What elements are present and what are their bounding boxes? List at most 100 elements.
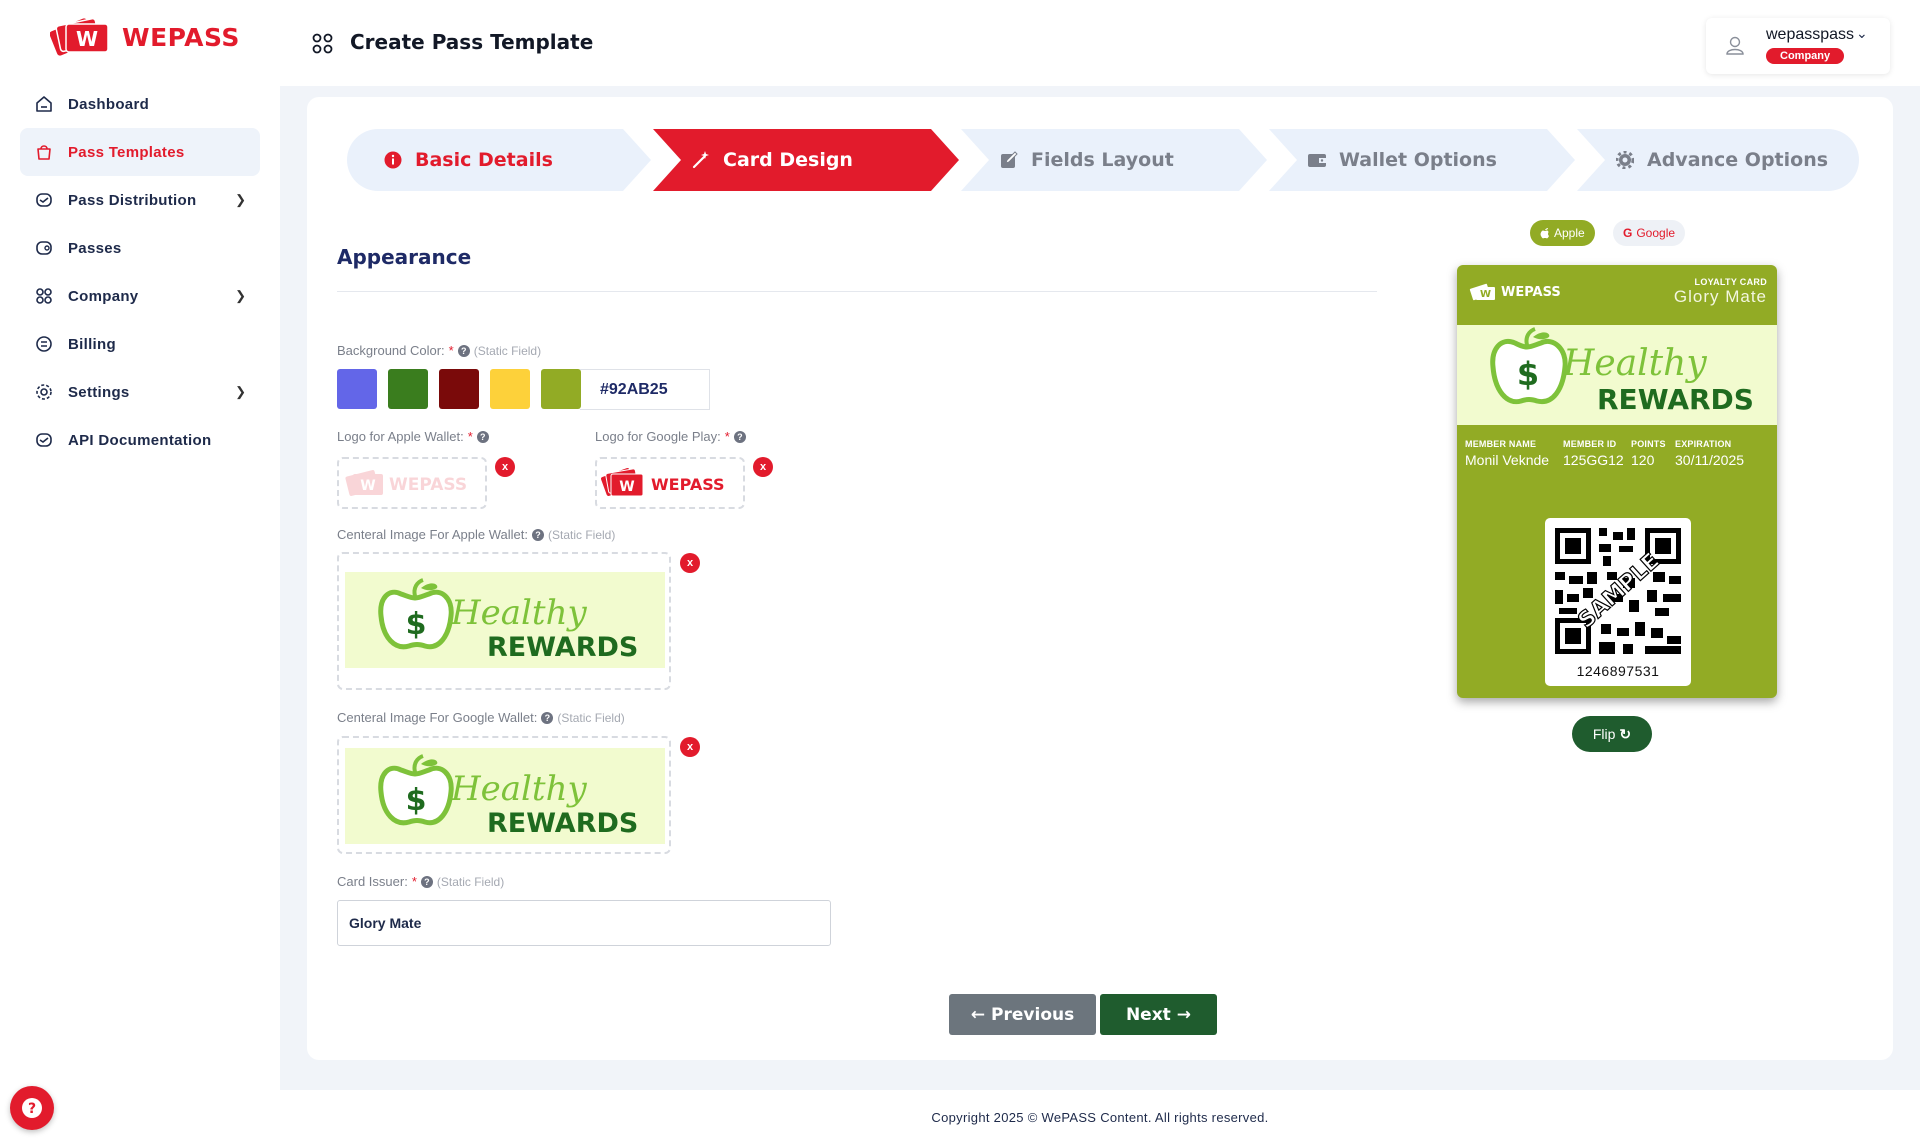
step-fields-layout[interactable]: Fields Layout [961,129,1267,191]
gear-icon [34,382,54,402]
next-button[interactable]: Next → [1100,994,1217,1035]
svg-text:$: $ [1517,355,1539,393]
chevron-right-icon: ❯ [235,192,246,207]
svg-text:?: ? [28,1101,36,1117]
pass-type: LOYALTY CARD [1694,277,1767,287]
brand-logo[interactable]: W WEPASS [50,16,240,58]
info-icon [383,150,403,170]
google-logo-preview: W WEPASS [601,468,725,497]
wallet-icon [1307,150,1327,170]
sidebar-item-api-documentation[interactable]: API Documentation [20,416,260,464]
remove-apple-logo-button[interactable]: x [495,457,515,477]
step-basic-details[interactable]: Basic Details [347,129,651,191]
sidebar-item-label: Pass Distribution [68,191,197,209]
chevron-down-icon: ⌄ [1856,25,1868,41]
step-label: Basic Details [415,149,553,171]
user-menu[interactable]: wepasspass ⌄ Company [1706,18,1890,74]
step-advance-options[interactable]: Advance Options [1577,129,1859,191]
remove-google-logo-button[interactable]: x [753,457,773,477]
pass-field-member-id: MEMBER ID 125GG12 [1563,439,1624,468]
billing-icon [34,334,54,354]
google-logo-upload[interactable]: W WEPASS [595,457,745,509]
help-button[interactable]: ? [10,1086,54,1130]
pass-field-points: POINTS 120 [1631,439,1666,468]
edit-icon [999,150,1019,170]
arrow-right-icon: → [1176,1004,1192,1025]
pass-issuer: Glory Mate [1673,287,1767,306]
sidebar-item-settings[interactable]: Settings ❯ [20,368,260,416]
svg-text:W: W [360,478,375,494]
sidebar-item-company[interactable]: Company ❯ [20,272,260,320]
color-swatch[interactable] [337,369,377,409]
distribution-icon [34,190,54,210]
sidebar-item-pass-templates[interactable]: Pass Templates [20,128,260,176]
step-wallet-options[interactable]: Wallet Options [1269,129,1575,191]
sidebar-item-billing[interactable]: Billing [20,320,260,368]
remove-google-image-button[interactable]: x [680,737,700,757]
sidebar-item-label: Dashboard [68,95,150,113]
chevron-right-icon: ❯ [235,384,246,399]
sidebar-item-label: Passes [68,239,122,257]
main-card: Basic Details Card Design Fields Layout … [307,97,1893,1060]
user-name: wepasspass [1766,26,1855,43]
healthy-rewards-image: $ Healthy REWARDS [345,748,665,844]
section-title: Appearance [337,245,472,269]
sidebar-item-pass-distribution[interactable]: Pass Distribution ❯ [20,176,260,224]
sidebar-item-label: Pass Templates [68,143,185,161]
svg-text:W: W [76,27,98,51]
sidebar-nav: Dashboard Pass Templates Pass Distributi… [20,80,260,464]
rewards-text: REWARDS [1597,383,1754,416]
pass-field-expiration: EXPIRATION 30/11/2025 [1675,439,1745,468]
qr-code-icon: SAMPLE [1555,528,1681,654]
logo-wordmark: WEPASS [389,475,467,495]
flip-button[interactable]: Flip ↻ [1572,716,1652,752]
wepass-logo-icon: W [1469,283,1495,301]
apple-logo-label: Logo for Apple Wallet: * ? [337,429,489,444]
user-avatar-icon [1726,36,1744,55]
svg-text:W: W [1480,289,1491,300]
wizard-stepper: Basic Details Card Design Fields Layout … [347,129,1859,191]
barcode-number: 1246897531 [1576,663,1660,679]
card-issuer-label: Card Issuer: * ? (Static Field) [337,874,505,889]
help-icon: ? [420,875,433,888]
help-icon: ? [733,430,746,443]
passes-icon [34,238,54,258]
sidebar-item-label: Settings [68,383,130,401]
google-central-image-upload[interactable]: $ Healthy REWARDS [337,736,671,854]
apple-icon [1540,228,1549,239]
apple-logo-upload[interactable]: W WEPASS [337,457,487,509]
section-divider [337,291,1377,292]
color-swatch[interactable] [439,369,479,409]
google-logo-label: Logo for Google Play: * ? [595,429,746,444]
previous-button[interactable]: ← Previous [949,994,1096,1035]
sidebar: W WEPASS Dashboard Pass Templates Pass D… [0,0,280,1143]
refresh-icon: ↻ [1619,725,1632,742]
chevron-right-icon: ❯ [235,288,246,303]
rewards-text: REWARDS [487,808,638,839]
google-preview-toggle[interactable]: G Google [1613,220,1686,246]
apple-central-image-upload[interactable]: $ Healthy REWARDS [337,552,671,690]
gear-icon [1615,150,1635,170]
help-icon: ? [476,430,489,443]
help-icon: ? [532,528,544,541]
color-swatch[interactable] [490,369,530,409]
healthy-script: Healthy [450,769,587,809]
menu-grid-icon[interactable] [312,33,334,55]
help-icon: ? [457,344,470,357]
arrow-left-icon: ← [970,1004,986,1025]
card-issuer-input[interactable]: Glory Mate [337,900,831,946]
pass-icon [34,142,54,162]
hex-color-input[interactable]: #92AB25 [580,369,710,410]
apple-preview-toggle[interactable]: Apple [1530,220,1595,246]
color-swatch[interactable] [541,369,581,409]
step-label: Wallet Options [1339,149,1497,171]
help-icon: ? [22,1098,42,1118]
sidebar-item-passes[interactable]: Passes [20,224,260,272]
magic-wand-icon [691,150,711,170]
remove-apple-image-button[interactable]: x [680,553,700,573]
sidebar-item-dashboard[interactable]: Dashboard [20,80,260,128]
step-card-design[interactable]: Card Design [653,129,959,191]
help-icon: ? [541,711,554,724]
top-header: Create Pass Template wepasspass ⌄ Compan… [280,0,1920,86]
color-swatch[interactable] [388,369,428,409]
